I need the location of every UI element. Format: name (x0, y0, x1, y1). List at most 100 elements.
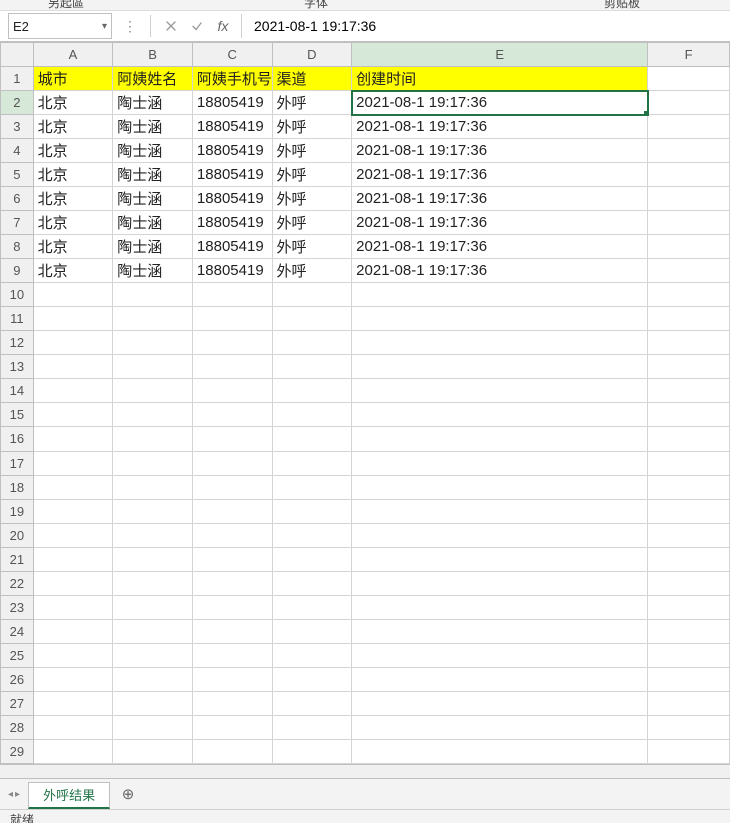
cell[interactable]: 18805419 (192, 235, 272, 259)
cell[interactable] (272, 427, 352, 451)
cell[interactable] (352, 643, 648, 667)
cell[interactable]: 陶士涵 (113, 115, 193, 139)
cell[interactable] (352, 619, 648, 643)
cell[interactable] (192, 691, 272, 715)
cell[interactable] (352, 667, 648, 691)
cell[interactable] (648, 235, 730, 259)
cell[interactable]: 外呼 (272, 139, 352, 163)
tab-nav-first-icon[interactable]: ◂ (8, 789, 13, 800)
spreadsheet-grid[interactable]: ABCDEF1城市阿姨姓名阿姨手机号渠道创建时间2北京陶士涵18805419外呼… (0, 42, 730, 764)
cell[interactable]: 陶士涵 (113, 211, 193, 235)
cell[interactable] (272, 691, 352, 715)
cell[interactable]: 陶士涵 (113, 259, 193, 283)
cell[interactable] (192, 427, 272, 451)
cell[interactable] (272, 307, 352, 331)
cell[interactable] (192, 379, 272, 403)
cell[interactable]: 18805419 (192, 211, 272, 235)
cell[interactable] (272, 331, 352, 355)
tab-nav[interactable]: ◂ ▸ (0, 789, 28, 800)
cell[interactable] (352, 475, 648, 499)
cell[interactable]: 北京 (33, 139, 113, 163)
cell[interactable] (33, 451, 113, 475)
cell[interactable] (192, 739, 272, 763)
more-icon[interactable]: ⋮ (120, 15, 140, 37)
cell[interactable]: 2021-08-1 19:17:36 (352, 163, 648, 187)
cell[interactable] (113, 331, 193, 355)
cell[interactable] (272, 595, 352, 619)
cell[interactable] (272, 475, 352, 499)
cell[interactable] (648, 643, 730, 667)
cell[interactable]: 2021-08-1 19:17:36 (352, 139, 648, 163)
cell[interactable] (648, 307, 730, 331)
cell[interactable] (272, 739, 352, 763)
cell[interactable] (352, 379, 648, 403)
cell[interactable] (648, 211, 730, 235)
cell[interactable] (33, 571, 113, 595)
cell[interactable] (648, 523, 730, 547)
enter-icon[interactable] (187, 15, 207, 37)
row-header[interactable]: 24 (1, 619, 34, 643)
cell[interactable] (272, 667, 352, 691)
cell[interactable]: 外呼 (272, 259, 352, 283)
cell[interactable] (192, 307, 272, 331)
cell[interactable] (33, 331, 113, 355)
cell[interactable] (352, 691, 648, 715)
cell[interactable]: 北京 (33, 235, 113, 259)
cell[interactable] (352, 283, 648, 307)
cell[interactable] (192, 475, 272, 499)
row-header[interactable]: 22 (1, 571, 34, 595)
cell[interactable] (113, 595, 193, 619)
cell[interactable] (352, 739, 648, 763)
select-all-corner[interactable] (1, 43, 34, 67)
cell[interactable] (648, 139, 730, 163)
cell[interactable] (33, 403, 113, 427)
column-header-E[interactable]: E (352, 43, 648, 67)
cell[interactable]: 2021-08-1 19:17:36 (352, 211, 648, 235)
cell[interactable] (33, 595, 113, 619)
cell[interactable] (113, 451, 193, 475)
cell[interactable] (113, 667, 193, 691)
cell[interactable]: 2021-08-1 19:17:36 (352, 235, 648, 259)
cell[interactable] (648, 115, 730, 139)
cell[interactable] (113, 547, 193, 571)
cell[interactable] (648, 187, 730, 211)
cell[interactable] (192, 499, 272, 523)
cell[interactable] (33, 427, 113, 451)
row-header[interactable]: 14 (1, 379, 34, 403)
cell[interactable] (352, 307, 648, 331)
cell[interactable] (113, 403, 193, 427)
selected-cell[interactable]: 2021-08-1 19:17:36 (352, 91, 648, 115)
cell[interactable] (352, 331, 648, 355)
row-header[interactable]: 16 (1, 427, 34, 451)
cell[interactable]: 陶士涵 (113, 187, 193, 211)
cell[interactable] (648, 499, 730, 523)
cell[interactable] (352, 547, 648, 571)
cell[interactable] (192, 451, 272, 475)
cell[interactable] (272, 379, 352, 403)
cell[interactable] (648, 715, 730, 739)
cell[interactable]: 18805419 (192, 115, 272, 139)
row-header[interactable]: 5 (1, 163, 34, 187)
cell[interactable] (648, 571, 730, 595)
cell[interactable]: 外呼 (272, 91, 352, 115)
row-header[interactable]: 28 (1, 715, 34, 739)
chevron-down-icon[interactable]: ▾ (102, 21, 107, 32)
cell[interactable] (648, 355, 730, 379)
cell[interactable] (113, 619, 193, 643)
row-header[interactable]: 11 (1, 307, 34, 331)
cell[interactable] (352, 571, 648, 595)
cell[interactable] (272, 571, 352, 595)
cell[interactable] (113, 355, 193, 379)
cell[interactable] (113, 715, 193, 739)
cell[interactable] (648, 427, 730, 451)
cell[interactable] (113, 379, 193, 403)
cell[interactable] (648, 547, 730, 571)
cell[interactable] (272, 499, 352, 523)
horizontal-scrollbar[interactable] (0, 764, 730, 778)
header-cell[interactable]: 创建时间 (352, 67, 648, 91)
cell[interactable] (33, 547, 113, 571)
row-header[interactable]: 2 (1, 91, 34, 115)
cell[interactable] (33, 667, 113, 691)
cell[interactable] (192, 619, 272, 643)
cell[interactable] (648, 403, 730, 427)
